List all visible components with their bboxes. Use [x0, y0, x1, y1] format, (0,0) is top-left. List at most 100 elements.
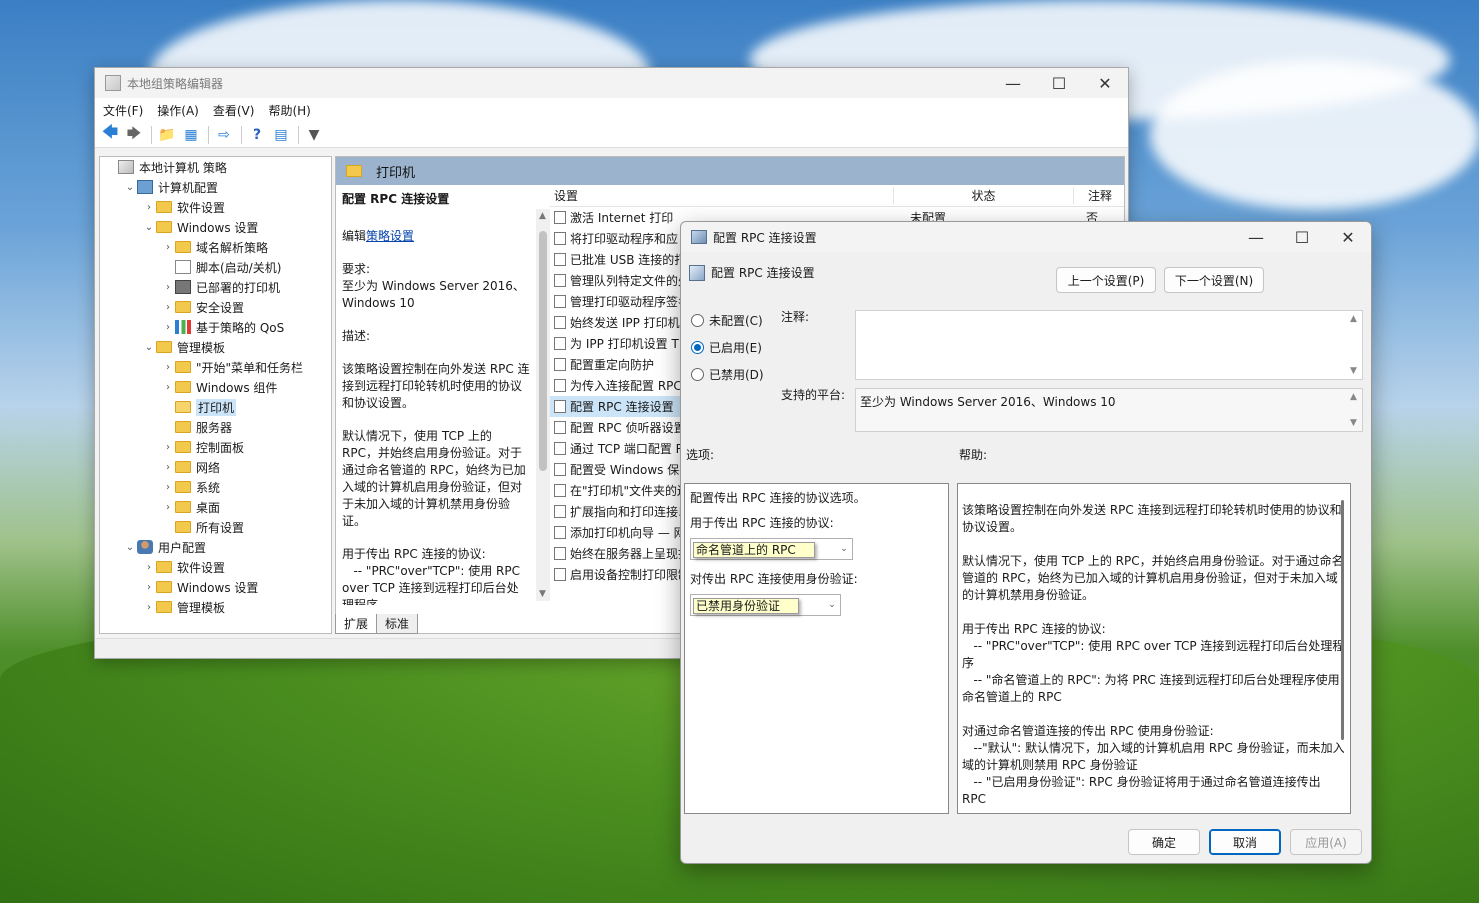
tree-item[interactable]: › Windows 组件: [100, 377, 331, 397]
radio-enabled[interactable]: 已启用(E): [691, 339, 762, 356]
chevron-right-icon[interactable]: ›: [142, 562, 156, 573]
cancel-button[interactable]: 取消: [1209, 829, 1281, 855]
chevron-down-icon[interactable]: ⌄: [142, 342, 156, 353]
setting-name: 添加打印机向导 — 网: [570, 526, 686, 540]
chevron-right-icon[interactable]: ›: [161, 382, 175, 393]
tree-item[interactable]: 所有设置: [100, 517, 331, 537]
radio-circle[interactable]: [691, 368, 704, 381]
tree-item[interactable]: ⌄ 用户配置: [100, 537, 331, 557]
menu-file[interactable]: 文件(F): [103, 102, 143, 119]
minimize-button[interactable]: —: [990, 74, 1036, 93]
tree-item[interactable]: › 软件设置: [100, 557, 331, 577]
scroll-down-icon[interactable]: ▼: [1350, 366, 1357, 376]
dialog-maximize-button[interactable]: ☐: [1279, 228, 1325, 247]
radio-disabled[interactable]: 已禁用(D): [691, 366, 764, 383]
show-hide-tree-icon[interactable]: ▦: [180, 125, 202, 145]
chevron-right-icon[interactable]: ›: [161, 302, 175, 313]
scroll-up-icon[interactable]: ▲: [1350, 392, 1357, 402]
chevron-down-icon[interactable]: ⌄: [142, 222, 156, 233]
tree-item[interactable]: 服务器: [100, 417, 331, 437]
tree-item[interactable]: › 已部署的打印机: [100, 277, 331, 297]
tree-item[interactable]: › 桌面: [100, 497, 331, 517]
scroll-up-icon[interactable]: ▲: [1350, 314, 1357, 324]
tree-item[interactable]: 脚本(启动/关机): [100, 257, 331, 277]
close-button[interactable]: ✕: [1082, 74, 1128, 93]
help-scrollbar[interactable]: [1336, 484, 1350, 813]
comment-textbox[interactable]: ▲ ▼: [855, 310, 1363, 380]
tree-item[interactable]: › 管理模板: [100, 597, 331, 617]
chevron-right-icon[interactable]: ›: [161, 322, 175, 333]
protocol-select[interactable]: 命名管道上的 RPC ⌄: [690, 538, 853, 560]
previous-setting-button[interactable]: 上一个设置(P): [1056, 267, 1156, 293]
scroll-down-icon[interactable]: ▼: [539, 589, 546, 599]
chevron-right-icon[interactable]: ›: [142, 602, 156, 613]
tree-item[interactable]: › 基于策略的 QoS: [100, 317, 331, 337]
radio-circle-checked[interactable]: [691, 341, 704, 354]
chevron-right-icon[interactable]: ›: [161, 282, 175, 293]
scroll-thumb[interactable]: [539, 231, 547, 471]
tree-item[interactable]: 本地计算机 策略: [100, 157, 331, 177]
back-arrow-icon[interactable]: 🡄: [99, 122, 121, 145]
column-comment[interactable]: 注释: [1074, 187, 1124, 204]
ok-button[interactable]: 确定: [1128, 829, 1200, 855]
tree-item[interactable]: › 网络: [100, 457, 331, 477]
next-setting-button[interactable]: 下一个设置(N): [1164, 267, 1264, 293]
chevron-down-icon[interactable]: ⌄: [123, 542, 137, 553]
help-icon[interactable]: ?: [246, 125, 268, 145]
folder-icon: [175, 361, 191, 373]
radio-not-configured[interactable]: 未配置(C): [691, 312, 763, 329]
chevron-right-icon[interactable]: ›: [161, 242, 175, 253]
setting-name: 将打印驱动程序和应: [570, 232, 679, 246]
tree-item[interactable]: ⌄ Windows 设置: [100, 217, 331, 237]
tree-item[interactable]: ⌄ 管理模板: [100, 337, 331, 357]
menu-help[interactable]: 帮助(H): [268, 102, 310, 119]
chevron-right-icon[interactable]: ›: [161, 482, 175, 493]
chevron-right-icon[interactable]: ›: [161, 502, 175, 513]
up-folder-icon[interactable]: 📁: [156, 125, 178, 145]
chevron-right-icon[interactable]: ›: [142, 202, 156, 213]
tree-item[interactable]: 打印机: [100, 397, 331, 417]
filter-icon[interactable]: ▼: [303, 125, 325, 145]
forward-arrow-icon[interactable]: 🡆: [123, 125, 145, 145]
scroll-up-icon[interactable]: ▲: [539, 211, 546, 221]
chevron-right-icon[interactable]: ›: [161, 362, 175, 373]
tree-item-label: 控制面板: [196, 440, 245, 455]
export-list-icon[interactable]: ⇨: [213, 125, 235, 145]
description-scrollbar[interactable]: ▲ ▼: [536, 209, 550, 601]
chevron-down-icon[interactable]: ⌄: [836, 544, 852, 554]
setting-icon: [554, 274, 566, 287]
radio-circle[interactable]: [691, 314, 704, 327]
dialog-minimize-button[interactable]: —: [1233, 228, 1279, 247]
properties-icon[interactable]: ▤: [270, 125, 292, 145]
menu-view[interactable]: 查看(V): [213, 102, 255, 119]
chevron-down-icon[interactable]: ⌄: [824, 600, 840, 610]
maximize-button[interactable]: ☐: [1036, 74, 1082, 93]
column-state[interactable]: 状态: [894, 187, 1074, 204]
column-setting[interactable]: 设置: [550, 187, 894, 204]
chevron-right-icon[interactable]: ›: [161, 462, 175, 473]
tree-item[interactable]: › 软件设置: [100, 197, 331, 217]
scroll-thumb[interactable]: [1341, 500, 1344, 740]
edit-policy-link[interactable]: 策略设置: [366, 229, 414, 243]
main-window-title: 本地组策略编辑器: [127, 76, 224, 91]
tab-extended[interactable]: 扩展: [335, 614, 378, 634]
tree-item[interactable]: › 系统: [100, 477, 331, 497]
folder-icon: [175, 301, 191, 313]
apply-button[interactable]: 应用(A): [1290, 829, 1362, 855]
tree-item[interactable]: › 域名解析策略: [100, 237, 331, 257]
tree-item-label: 软件设置: [177, 200, 226, 215]
tree-item-label: 用户配置: [158, 540, 207, 555]
tree-item[interactable]: › 控制面板: [100, 437, 331, 457]
dialog-close-button[interactable]: ✕: [1325, 228, 1371, 247]
tree-item[interactable]: ⌄ 计算机配置: [100, 177, 331, 197]
tree-item[interactable]: › "开始"菜单和任务栏: [100, 357, 331, 377]
scroll-down-icon[interactable]: ▼: [1350, 418, 1357, 428]
menu-action[interactable]: 操作(A): [157, 102, 199, 119]
auth-select[interactable]: 已禁用身份验证 ⌄: [690, 594, 841, 616]
tree-item[interactable]: › 安全设置: [100, 297, 331, 317]
chevron-right-icon[interactable]: ›: [161, 442, 175, 453]
chevron-down-icon[interactable]: ⌄: [123, 182, 137, 193]
tab-standard[interactable]: 标准: [376, 614, 419, 634]
chevron-right-icon[interactable]: ›: [142, 582, 156, 593]
tree-item[interactable]: › Windows 设置: [100, 577, 331, 597]
